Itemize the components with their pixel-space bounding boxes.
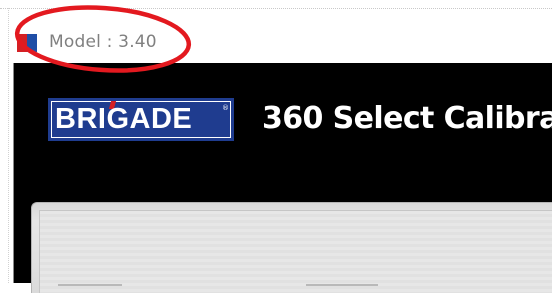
brigade-logo: BRIGADE ® xyxy=(48,98,234,141)
logo-text: BRIGADE xyxy=(55,103,193,135)
panel-inner xyxy=(39,210,552,293)
app-content: BRIGADE ® 360 Select Calibra xyxy=(14,63,552,293)
title-bar[interactable]: Model : 3.40 xyxy=(13,20,552,63)
registered-mark: ® xyxy=(222,104,229,112)
app-flag-icon xyxy=(17,34,37,52)
field-underline xyxy=(58,284,122,286)
window-title: Model : 3.40 xyxy=(49,32,157,52)
screenshot-border-top xyxy=(0,8,552,9)
app-title: 360 Select Calibra xyxy=(262,101,552,136)
field-underline xyxy=(306,284,378,286)
application-window: Model : 3.40 BRIGADE ® 360 Select Calibr… xyxy=(13,20,552,293)
calibration-panel xyxy=(31,202,552,293)
screenshot-border-left xyxy=(8,8,9,283)
